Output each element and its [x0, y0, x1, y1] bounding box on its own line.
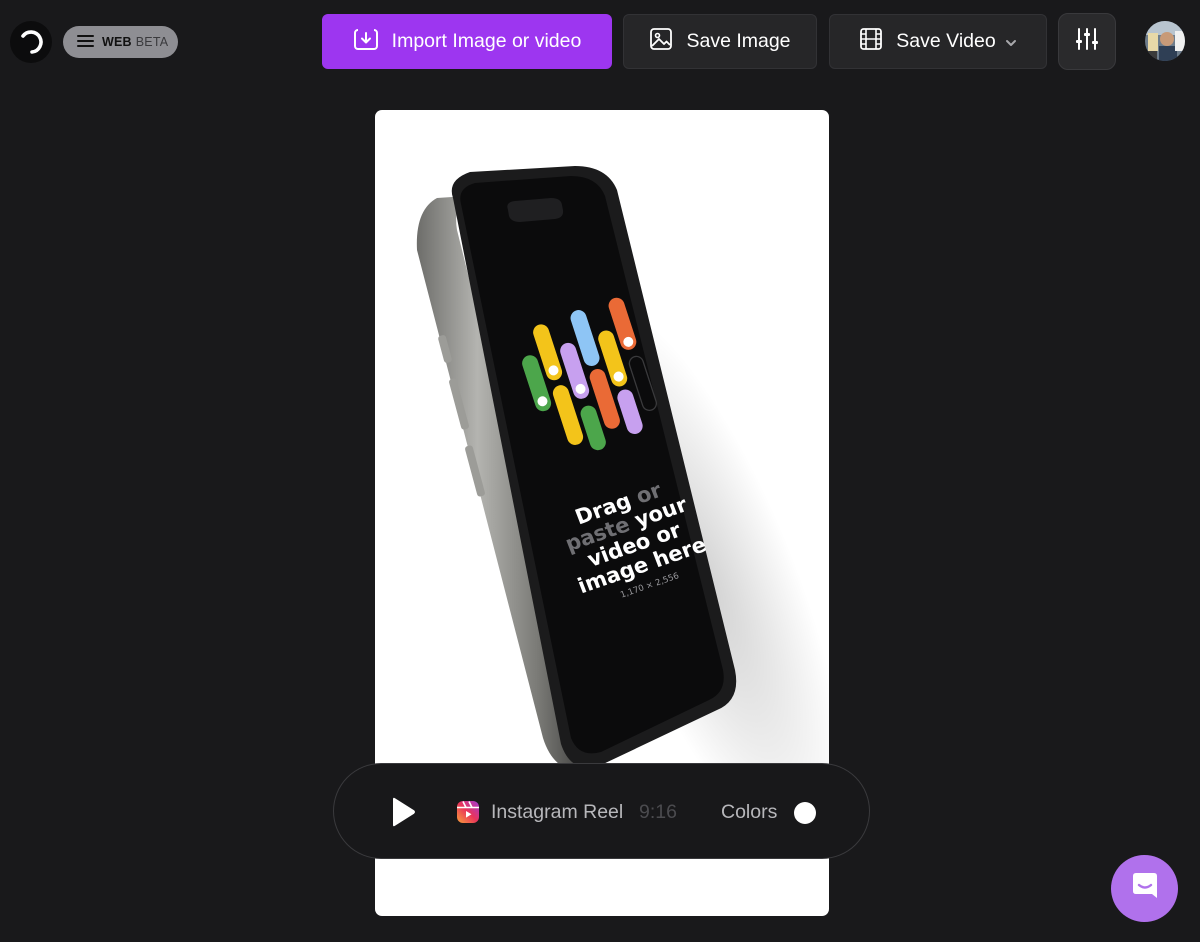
import-button[interactable]: Import Image or video	[322, 14, 612, 69]
menu-button[interactable]: WEB BETA	[63, 26, 178, 58]
logo-icon[interactable]	[10, 21, 52, 63]
save-video-label: Save Video	[896, 30, 996, 52]
save-image-label: Save Image	[686, 30, 791, 52]
image-icon	[649, 27, 673, 57]
save-image-button[interactable]: Save Image	[623, 14, 817, 69]
chevron-down-icon	[1005, 30, 1017, 53]
import-icon	[353, 26, 379, 58]
hamburger-icon	[77, 34, 94, 51]
beta-badge: BETA	[135, 35, 169, 49]
sliders-icon	[1075, 27, 1099, 57]
menu-label: WEB	[102, 35, 132, 49]
user-avatar[interactable]	[1145, 21, 1185, 61]
colors-label[interactable]: Colors	[721, 801, 777, 824]
save-video-button[interactable]: Save Video	[829, 14, 1047, 69]
format-ratio: 9:16	[639, 801, 677, 823]
chat-button[interactable]	[1111, 855, 1178, 922]
instagram-reels-icon[interactable]	[456, 800, 480, 824]
film-icon	[859, 27, 883, 57]
import-button-label: Import Image or video	[391, 30, 582, 52]
settings-button[interactable]	[1058, 13, 1116, 70]
chat-icon	[1129, 870, 1161, 907]
playback-controls: Instagram Reel 9:16 Colors	[333, 763, 870, 859]
color-swatch[interactable]	[794, 802, 816, 824]
play-icon[interactable]	[388, 796, 418, 828]
format-label[interactable]: Instagram Reel	[491, 801, 623, 824]
